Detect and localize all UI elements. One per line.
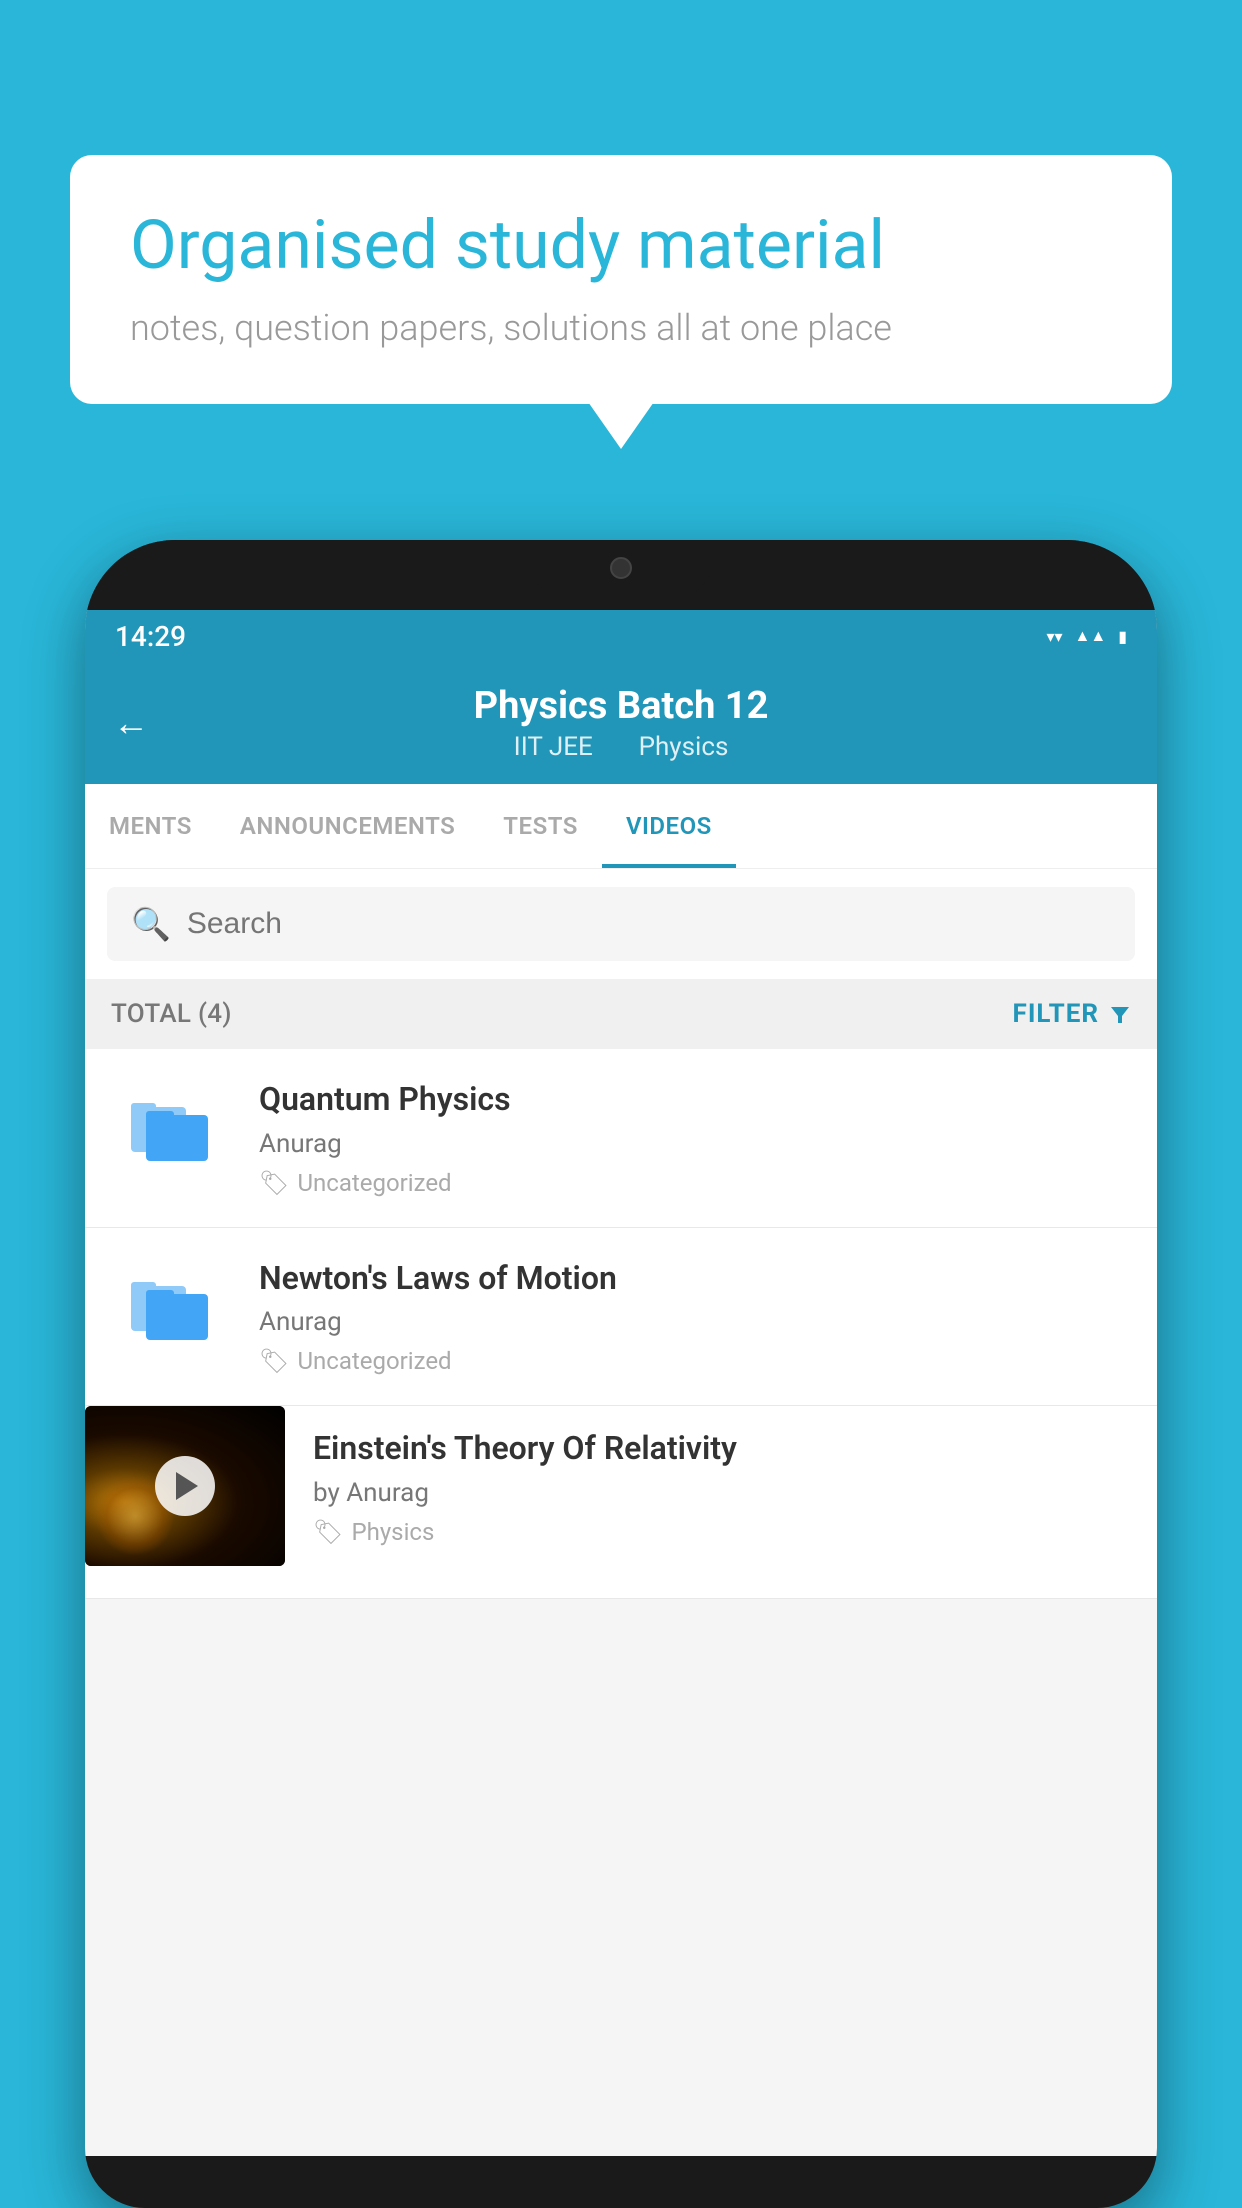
tab-tests[interactable]: TESTS — [479, 784, 602, 868]
phone-notch — [531, 540, 711, 595]
app-header: ← Physics Batch 12 IIT JEE Physics — [85, 662, 1157, 784]
folder-icon — [126, 1268, 216, 1348]
play-button[interactable] — [155, 1456, 215, 1516]
tag-label: Physics — [351, 1518, 434, 1546]
search-input-wrapper[interactable]: 🔍 — [107, 887, 1135, 961]
status-icons: ▾▾ ▲▲ ▮ — [1046, 626, 1127, 646]
status-bar: 14:29 ▾▾ ▲▲ ▮ — [85, 610, 1157, 662]
header-title-area: Physics Batch 12 IIT JEE Physics — [474, 684, 769, 762]
video-info-2: Newton's Laws of Motion Anurag 🏷 Uncateg… — [259, 1258, 1131, 1376]
phone-top-bar — [85, 540, 1157, 610]
signal-icon: ▲▲ — [1075, 626, 1107, 646]
video-tag: 🏷 Physics — [313, 1518, 1135, 1546]
filter-button[interactable]: FILTER — [1013, 999, 1131, 1029]
video-info-1: Quantum Physics Anurag 🏷 Uncategorized — [259, 1079, 1131, 1197]
status-time: 14:29 — [115, 620, 186, 653]
subtitle-right: Physics — [639, 732, 729, 762]
list-item[interactable]: Quantum Physics Anurag 🏷 Uncategorized — [85, 1049, 1157, 1228]
play-triangle — [176, 1472, 198, 1500]
filter-label: FILTER — [1013, 999, 1099, 1029]
wifi-icon: ▾▾ — [1046, 627, 1062, 646]
back-button[interactable]: ← — [113, 702, 149, 744]
video-author: Anurag — [259, 1307, 1131, 1337]
tab-ments[interactable]: MENTS — [85, 784, 216, 868]
tag-icon: 🏷 — [259, 1169, 289, 1197]
search-input[interactable] — [187, 907, 1111, 941]
tabs-container: MENTS ANNOUNCEMENTS TESTS VIDEOS — [85, 784, 1157, 869]
tag-label: Uncategorized — [297, 1347, 451, 1375]
subtitle-left: IIT JEE — [514, 732, 593, 762]
phone-frame: 14:29 ▾▾ ▲▲ ▮ ← Physics Batch 12 IIT JEE… — [85, 540, 1157, 2208]
search-container: 🔍 — [85, 869, 1157, 979]
filter-bar: TOTAL (4) FILTER — [85, 979, 1157, 1049]
video-title: Einstein's Theory Of Relativity — [313, 1428, 1135, 1470]
video-thumbnail-2 — [111, 1258, 231, 1358]
video-author: by Anurag — [313, 1478, 1135, 1508]
speech-bubble-subtext: notes, question papers, solutions all at… — [130, 307, 1112, 349]
search-icon: 🔍 — [131, 905, 171, 943]
video-title: Newton's Laws of Motion — [259, 1258, 1131, 1300]
video-title: Quantum Physics — [259, 1079, 1131, 1121]
page-title: Physics Batch 12 — [474, 684, 769, 728]
header-subtitle: IIT JEE Physics — [474, 732, 769, 762]
total-count: TOTAL (4) — [111, 999, 232, 1029]
content-area: Quantum Physics Anurag 🏷 Uncategorized — [85, 1049, 1157, 1599]
video-tag: 🏷 Uncategorized — [259, 1347, 1131, 1375]
video-tag: 🏷 Uncategorized — [259, 1169, 1131, 1197]
phone-screen: 14:29 ▾▾ ▲▲ ▮ ← Physics Batch 12 IIT JEE… — [85, 610, 1157, 2156]
folder-icon — [126, 1089, 216, 1169]
list-item[interactable]: Einstein's Theory Of Relativity by Anura… — [85, 1406, 1157, 1599]
tag-icon: 🏷 — [313, 1518, 343, 1546]
video-thumbnail-1 — [111, 1079, 231, 1179]
battery-icon: ▮ — [1118, 627, 1127, 646]
tab-videos[interactable]: VIDEOS — [602, 784, 736, 868]
speech-bubble: Organised study material notes, question… — [70, 155, 1172, 404]
tag-icon: 🏷 — [259, 1347, 289, 1375]
video-author: Anurag — [259, 1129, 1131, 1159]
filter-icon — [1109, 1003, 1131, 1025]
video-info-3: Einstein's Theory Of Relativity by Anura… — [313, 1406, 1157, 1568]
list-item[interactable]: Newton's Laws of Motion Anurag 🏷 Uncateg… — [85, 1228, 1157, 1407]
tag-label: Uncategorized — [297, 1169, 451, 1197]
tab-announcements[interactable]: ANNOUNCEMENTS — [216, 784, 479, 868]
speech-bubble-container: Organised study material notes, question… — [70, 155, 1172, 404]
speech-bubble-heading: Organised study material — [130, 205, 1112, 287]
front-camera — [610, 557, 632, 579]
video-thumbnail-3 — [85, 1406, 285, 1566]
